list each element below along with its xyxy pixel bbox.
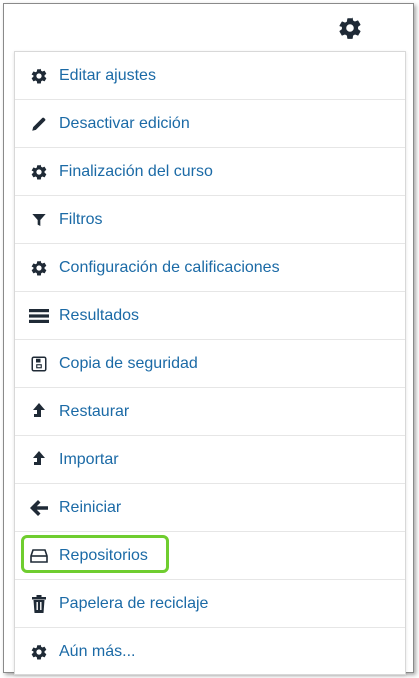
pencil-icon: [29, 114, 49, 134]
menu-item-filtros[interactable]: Filtros: [15, 196, 405, 244]
menu-item-papelera-de-reciclaje[interactable]: Papelera de reciclaje: [15, 580, 405, 628]
menu-item-label: Copia de seguridad: [59, 354, 198, 372]
menu-item-restaurar[interactable]: Restaurar: [15, 388, 405, 436]
settings-gear-icon[interactable]: [337, 15, 363, 41]
trash-icon: [29, 594, 49, 614]
menu-item-label: Importar: [59, 450, 119, 468]
backup-icon: [29, 354, 49, 374]
menu-item-label: Reiniciar: [59, 498, 122, 516]
arrow-up-icon: [29, 402, 49, 422]
gear-icon: [29, 66, 49, 86]
menu-item-desactivar-edicion[interactable]: Desactivar edición: [15, 100, 405, 148]
menu-item-label: Repositorios: [59, 546, 148, 564]
filter-icon: [29, 210, 49, 230]
menu-item-label: Configuración de calificaciones: [59, 258, 280, 276]
screenshot-frame: Editar ajustes Desactivar edición Finali…: [3, 3, 414, 675]
gear-icon: [29, 258, 49, 278]
list-icon: [29, 306, 49, 326]
menu-item-label: Resultados: [59, 306, 140, 324]
gear-icon: [29, 642, 49, 662]
menu-item-label: Aún más...: [59, 643, 136, 660]
drive-icon: [29, 546, 49, 566]
menu-item-configuracion-de-calificaciones[interactable]: Configuración de calificaciones: [15, 244, 405, 292]
menu-item-label: Editar ajustes: [59, 66, 156, 84]
menu-item-finalizacion-del-curso[interactable]: Finalización del curso: [15, 148, 405, 196]
menu-item-resultados[interactable]: Resultados: [15, 292, 405, 340]
menu-item-reiniciar[interactable]: Reiniciar: [15, 484, 405, 532]
gear-icon: [29, 162, 49, 182]
arrow-up-icon: [29, 450, 49, 470]
menu-item-editar-ajustes[interactable]: Editar ajustes: [15, 52, 405, 100]
menu-item-repositorios[interactable]: Repositorios: [15, 532, 405, 580]
menu-item-label: Papelera de reciclaje: [59, 594, 209, 612]
course-admin-menu: Editar ajustes Desactivar edición Finali…: [14, 51, 406, 675]
menu-item-label: Finalización del curso: [59, 162, 213, 180]
menu-item-aun-mas[interactable]: Aún más...: [15, 628, 405, 676]
menu-item-importar[interactable]: Importar: [15, 436, 405, 484]
menu-item-label: Restaurar: [59, 402, 130, 420]
menu-item-label: Filtros: [59, 210, 103, 228]
menu-item-label: Desactivar edición: [59, 114, 190, 132]
menu-item-copia-de-seguridad[interactable]: Copia de seguridad: [15, 340, 405, 388]
arrow-left-icon: [29, 498, 49, 518]
